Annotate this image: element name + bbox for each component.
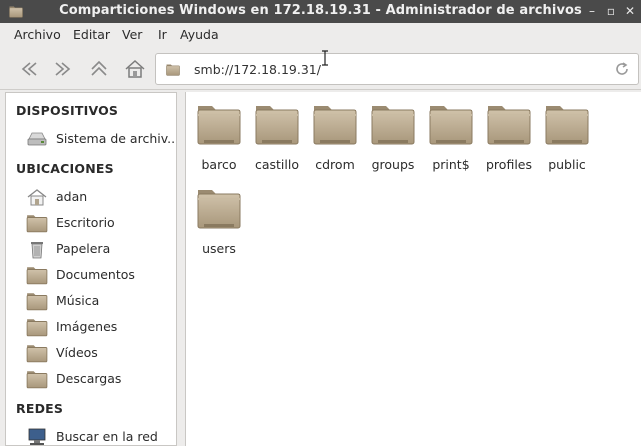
menu-bar: Archivo Editar Ver Ir Ayuda: [0, 23, 641, 48]
sidebar-item-network[interactable]: Buscar en la red: [6, 425, 176, 445]
back-icon[interactable]: [16, 57, 42, 81]
sidebar-item-desktop[interactable]: Escritorio: [6, 211, 176, 235]
folder-item[interactable]: print$: [421, 92, 479, 176]
sidebar-item-filesystem[interactable]: Sistema de archiv...: [6, 127, 177, 151]
folder-icon: [486, 100, 532, 146]
folder-item[interactable]: groups: [363, 92, 421, 176]
sidebar-item-label: Música: [56, 293, 100, 308]
sidebar-item-label: Descargas: [56, 371, 122, 386]
home-icon[interactable]: [122, 57, 148, 81]
title-bar[interactable]: Comparticiones Windows en 172.18.19.31 -…: [0, 0, 641, 23]
sidebar: DISPOSITIVOS Sistema de archiv... UBICAC…: [5, 92, 177, 446]
folder-icon: [370, 100, 416, 146]
sidebar-item-downloads[interactable]: Descargas: [6, 367, 176, 391]
desktop-folder-icon: [26, 213, 48, 233]
menu-archivo[interactable]: Archivo: [14, 27, 61, 42]
drive-icon: [27, 132, 47, 146]
sidebar-item-videos[interactable]: Vídeos: [6, 341, 176, 365]
folder-icon: [196, 184, 242, 230]
menu-editar[interactable]: Editar: [73, 27, 110, 42]
sidebar-item-music[interactable]: Música: [6, 289, 176, 313]
menu-ayuda[interactable]: Ayuda: [180, 27, 219, 42]
sidebar-item-label: Sistema de archiv...: [56, 131, 177, 146]
folder-name: public: [548, 157, 586, 172]
folder-name: users: [202, 241, 236, 256]
folder-icon: [165, 63, 181, 76]
window-title: Comparticiones Windows en 172.18.19.31 -…: [59, 3, 582, 18]
folder-name: profiles: [486, 157, 532, 172]
places-heading: UBICACIONES: [16, 161, 114, 176]
menu-ir[interactable]: Ir: [158, 27, 167, 42]
sidebar-item-label: Imágenes: [56, 319, 118, 334]
close-button[interactable]: ✕: [623, 3, 637, 19]
sidebar-item-label: Papelera: [56, 241, 111, 256]
devices-heading: DISPOSITIVOS: [16, 103, 119, 118]
folder-name: cdrom: [315, 157, 355, 172]
network-icon: [28, 428, 46, 445]
sidebar-item-trash[interactable]: Papelera: [6, 237, 176, 261]
folder-item[interactable]: barco: [189, 92, 247, 176]
sidebar-item-label: adan: [56, 189, 88, 204]
reload-icon[interactable]: [614, 61, 630, 77]
network-heading: REDES: [16, 401, 64, 416]
folder-icon: [254, 100, 300, 146]
text-cursor-icon: [322, 50, 328, 66]
folder-icon: [428, 100, 474, 146]
videos-folder-icon: [26, 343, 48, 363]
folder-name: barco: [201, 157, 237, 172]
folder-item[interactable]: public: [537, 92, 595, 176]
file-manager-window: Comparticiones Windows en 172.18.19.31 -…: [0, 0, 641, 446]
sidebar-item-label: Escritorio: [56, 215, 115, 230]
music-folder-icon: [26, 291, 48, 311]
pane-splitter[interactable]: [178, 92, 185, 446]
folder-name: groups: [371, 157, 415, 172]
sidebar-item-home[interactable]: adan: [6, 185, 176, 209]
documents-folder-icon: [26, 265, 48, 285]
folder-name: print$: [432, 157, 470, 172]
sidebar-item-pictures[interactable]: Imágenes: [6, 315, 176, 339]
folder-item[interactable]: users: [189, 176, 247, 260]
file-view: barco castillo cdrom groups print$ profi…: [185, 92, 641, 446]
sidebar-item-label: Documentos: [56, 267, 135, 282]
menu-ver[interactable]: Ver: [122, 27, 142, 42]
trash-icon: [31, 242, 43, 259]
sidebar-item-label: Buscar en la red: [56, 429, 158, 444]
sidebar-item-label: Vídeos: [56, 345, 98, 360]
folder-icon: [312, 100, 358, 146]
parent-folder-icon[interactable]: [86, 57, 112, 81]
pictures-folder-icon: [26, 317, 48, 337]
folder-icon: [196, 100, 242, 146]
folder-name: castillo: [254, 157, 299, 172]
folder-item[interactable]: profiles: [479, 92, 537, 176]
downloads-folder-icon: [26, 369, 48, 389]
location-path[interactable]: smb://172.18.19.31/: [194, 62, 321, 77]
sidebar-item-documents[interactable]: Documentos: [6, 263, 176, 287]
folder-item[interactable]: cdrom: [305, 92, 363, 176]
home-icon: [27, 189, 47, 206]
folder-icon: [544, 100, 590, 146]
minimize-button[interactable]: –: [585, 3, 599, 19]
forward-icon[interactable]: [50, 57, 76, 81]
maximize-button[interactable]: ▫: [604, 3, 618, 19]
location-bar[interactable]: smb://172.18.19.31/: [155, 53, 639, 85]
folder-item[interactable]: castillo: [247, 92, 305, 176]
